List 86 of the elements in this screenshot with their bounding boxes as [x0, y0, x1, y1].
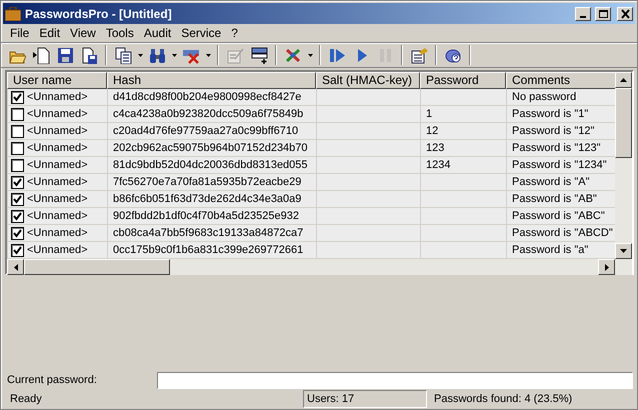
table-cell-text: <Unnamed>: [27, 141, 88, 156]
table-cell-text: <Unnamed>: [27, 226, 88, 241]
tools-icon: [284, 46, 302, 64]
table-cell-text: 0cc175b9c0f1b6a831c399e269772661: [113, 243, 304, 258]
row-checkbox[interactable]: [11, 244, 24, 256]
vertical-scrollbar[interactable]: [615, 72, 632, 259]
new-file-icon: [32, 46, 50, 64]
table-cell-text: cb08ca4a7bb5f9683c19133a84872ca7: [113, 226, 304, 241]
table-cell-text: Password is "AB": [512, 192, 597, 207]
maximize-icon: [598, 8, 608, 18]
table-cell-text: Password is "ABC": [512, 209, 605, 224]
properties-icon: [410, 46, 428, 64]
save-icon: [56, 46, 74, 64]
table-cell-text: Password is "1": [512, 107, 588, 122]
table-cell-text: 12: [426, 124, 438, 139]
table-cell-text: 202cb962ac59075b964b07152d234b70: [113, 141, 308, 156]
row-checkbox[interactable]: [11, 142, 24, 154]
up-arrow-icon: [620, 78, 627, 82]
table-cell-text: 81dc9bdb52d04dc20036dbd8313ed055: [113, 158, 308, 173]
start-icon: [328, 46, 346, 64]
table-cell-text: <Unnamed>: [27, 243, 88, 258]
column-header[interactable]: User name: [7, 72, 107, 89]
table-cell-text: d41d8cd98f00b204e9800998ecf8427e: [113, 90, 302, 105]
close-button[interactable]: [617, 6, 633, 20]
menu-item[interactable]: Edit: [34, 24, 66, 42]
table-cell-text: c20ad4d76fe97759aa27a0c99bff6710: [113, 124, 298, 139]
maximize-button[interactable]: [595, 6, 611, 20]
menu-item[interactable]: View: [65, 24, 101, 42]
briefcase-icon: [5, 6, 21, 20]
table-cell-text: <Unnamed>: [27, 175, 88, 190]
row-checkbox[interactable]: [11, 210, 24, 222]
binoculars-icon: [148, 46, 166, 64]
column-header[interactable]: Salt (HMAC-key): [316, 72, 420, 89]
table-cell-text: 1: [426, 107, 432, 122]
edit-icon: [226, 46, 244, 64]
current-password-field[interactable]: [156, 372, 633, 388]
status-text: Ready: [9, 392, 43, 406]
table-cell-text: c4ca4238a0b923820dcc509a6f75849b: [113, 107, 304, 122]
table-cell-text: <Unnamed>: [27, 124, 88, 139]
row-checkbox[interactable]: [11, 90, 24, 104]
menu-item[interactable]: ?: [226, 24, 243, 42]
table-cell-text: No password: [512, 90, 576, 105]
row-checkbox[interactable]: [11, 108, 24, 120]
table-cell-text: Password is "123": [512, 141, 601, 156]
add-row-icon: [250, 46, 268, 64]
table-cell-text: <Unnamed>: [27, 192, 88, 207]
down-arrow-icon: [620, 249, 627, 253]
users-count: Users: 17: [303, 390, 427, 408]
menu-item[interactable]: Tools: [100, 24, 139, 42]
menu-item[interactable]: Service: [176, 24, 226, 42]
minimize-icon: [580, 16, 586, 18]
table-cell-text: Password is "1234": [512, 158, 607, 173]
table-cell-text: <Unnamed>: [27, 158, 88, 173]
row-checkbox[interactable]: [11, 226, 24, 240]
row-checkbox[interactable]: [11, 176, 24, 188]
row-checkbox[interactable]: [11, 124, 24, 138]
column-header[interactable]: Hash: [107, 72, 316, 89]
column-header[interactable]: Password: [420, 72, 506, 89]
table-cell-text: 1234: [426, 158, 450, 173]
table-cell-text: 123: [426, 141, 444, 156]
table-cell-text: Password is "A": [512, 175, 590, 190]
row-checkbox[interactable]: [11, 192, 24, 206]
window-title: PasswordsPro - [Untitled]: [25, 6, 173, 22]
copy-icon: [114, 46, 132, 64]
save-as-icon: [80, 46, 98, 64]
column-header[interactable]: Comments: [506, 72, 615, 89]
close-icon: [620, 8, 630, 18]
help-icon: [444, 46, 462, 64]
table-cell-text: 902fbdd2b1df0c4f70b4a5d23525e932: [113, 209, 299, 224]
right-arrow-icon: [604, 264, 608, 270]
row-checkbox[interactable]: [11, 158, 24, 172]
table-cell-text: Password is "12": [512, 124, 594, 139]
minimize-button[interactable]: [575, 6, 591, 20]
current-password-label: Current password:: [7, 372, 97, 388]
table-cell-text: b86fc6b051f63d73de262d4c34e3a0a9: [113, 192, 302, 207]
table-cell-text: Password is "ABCD": [512, 226, 613, 241]
table-cell-text: <Unnamed>: [27, 90, 88, 105]
table-cell-text: 7fc56270e7a70fa81a5935b72eacbe29: [113, 175, 302, 190]
menu-item[interactable]: Audit: [138, 24, 176, 42]
table-cell-text: Password is "a": [512, 243, 588, 258]
table-cell-text: <Unnamed>: [27, 209, 88, 224]
left-arrow-icon: [14, 264, 18, 270]
menu-item[interactable]: File: [5, 24, 34, 42]
horizontal-scrollbar[interactable]: [7, 259, 632, 275]
passwords-found-count: Passwords found: 4 (23.5%): [433, 392, 574, 406]
table-cell-text: <Unnamed>: [27, 107, 88, 122]
